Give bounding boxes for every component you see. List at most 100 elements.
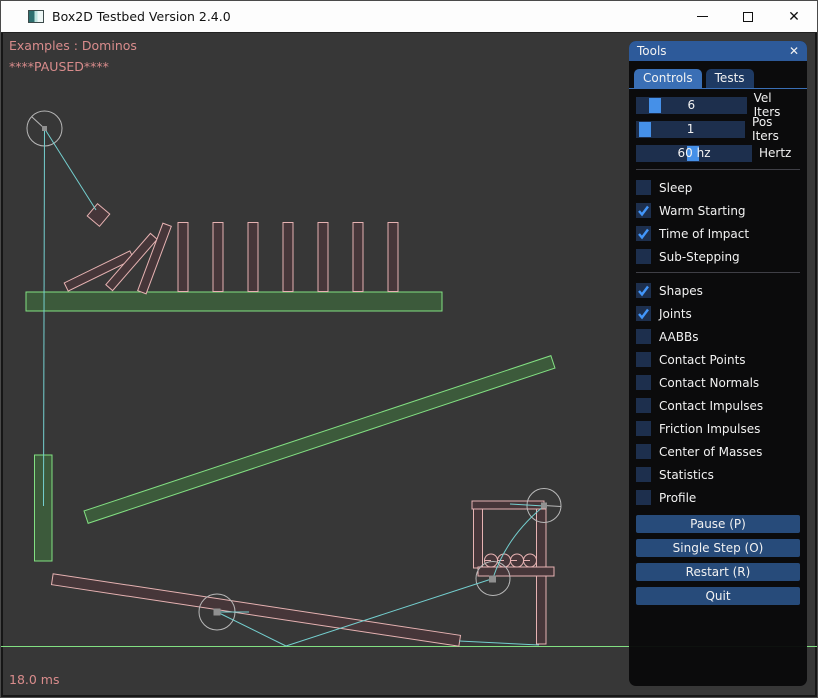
panel-body: 6 Vel Iters 1 Pos Iters 60 hz Hertz	[629, 89, 807, 605]
anchor-square	[489, 576, 496, 583]
checkbox-joints[interactable]: Joints	[636, 302, 800, 325]
close-icon: ✕	[788, 10, 800, 24]
action-buttons: Pause (P) Single Step (O) Restart (R) Qu…	[636, 515, 800, 605]
joint-line	[459, 641, 539, 645]
window-titlebar[interactable]: Box2D Testbed Version 2.4.0 ✕	[1, 1, 817, 33]
dynamic-bodies	[51, 204, 554, 647]
close-button[interactable]: ✕	[771, 1, 817, 32]
checkbox-profile[interactable]: Profile	[636, 486, 800, 509]
checkbox-label: Shapes	[659, 284, 703, 298]
tools-panel: Tools ✕ Controls Tests 6 Vel Iters 1 Pos…	[629, 41, 807, 686]
checkbox-label: Contact Normals	[659, 376, 759, 390]
example-label: Examples : Dominos	[9, 38, 137, 53]
checkbox-contact-impulses[interactable]: Contact Impulses	[636, 394, 800, 417]
frame-shelf	[478, 567, 554, 576]
checkbox-box[interactable]	[636, 490, 651, 505]
anchor-square	[42, 126, 47, 131]
checkbox-warm-starting[interactable]: Warm Starting	[636, 199, 800, 222]
hertz-slider[interactable]: 60 hz	[636, 145, 752, 162]
checkbox-time-of-impact[interactable]: Time of Impact	[636, 222, 800, 245]
checkbox-shapes[interactable]: Shapes	[636, 279, 800, 302]
vel-iters-slider[interactable]: 6	[636, 97, 747, 114]
checkbox-label: Sleep	[659, 181, 692, 195]
frame-left-post	[474, 509, 483, 568]
anchor-square	[214, 609, 221, 616]
checkbox-label: Friction Impulses	[659, 422, 760, 436]
checkbox-contact-normals[interactable]: Contact Normals	[636, 371, 800, 394]
checkbox-box[interactable]	[636, 180, 651, 195]
single-step-button[interactable]: Single Step (O)	[636, 539, 800, 557]
pendulum-box	[87, 204, 110, 227]
checkbox-label: Warm Starting	[659, 204, 746, 218]
check-icon	[637, 204, 650, 217]
check-icon	[637, 307, 650, 320]
panel-close-icon[interactable]: ✕	[789, 44, 799, 58]
checkbox-box[interactable]	[636, 352, 651, 367]
checkbox-statistics[interactable]: Statistics	[636, 463, 800, 486]
checkbox-box[interactable]	[636, 444, 651, 459]
tools-panel-titlebar[interactable]: Tools ✕	[629, 41, 807, 61]
separator	[636, 169, 800, 170]
tab-bar: Controls Tests	[629, 69, 807, 89]
standing-domino	[178, 223, 188, 292]
slider-label: Pos Iters	[752, 115, 800, 143]
seesaw-plank	[51, 574, 460, 646]
slider-hertz: 60 hz Hertz	[636, 141, 800, 165]
checkbox-box[interactable]	[636, 329, 651, 344]
checkbox-label: Time of Impact	[659, 227, 749, 241]
checkbox-label: Contact Impulses	[659, 399, 763, 413]
checkbox-center-of-masses[interactable]: Center of Masses	[636, 440, 800, 463]
standing-domino	[388, 223, 398, 292]
maximize-icon	[743, 12, 753, 22]
tab-controls[interactable]: Controls	[634, 69, 702, 88]
app-icon	[28, 10, 44, 23]
maximize-button[interactable]	[725, 1, 771, 32]
slider-value: 1	[636, 121, 745, 138]
window-title: Box2D Testbed Version 2.4.0	[52, 9, 231, 24]
joint-line	[45, 129, 97, 211]
slider-value: 6	[636, 97, 747, 114]
checkbox-label: Center of Masses	[659, 445, 762, 459]
slider-vel-iters: 6 Vel Iters	[636, 93, 800, 117]
checkbox-box[interactable]	[636, 226, 651, 241]
standing-domino	[283, 223, 293, 292]
paused-label: ****PAUSED****	[9, 59, 109, 74]
checkbox-box[interactable]	[636, 306, 651, 321]
slider-value: 60 hz	[636, 145, 752, 162]
tab-tests[interactable]: Tests	[706, 69, 754, 88]
separator	[636, 272, 800, 273]
minimize-icon	[697, 16, 708, 17]
pause-button[interactable]: Pause (P)	[636, 515, 800, 533]
domino-platform	[26, 292, 442, 311]
checkbox-box[interactable]	[636, 203, 651, 218]
checkbox-contact-points[interactable]: Contact Points	[636, 348, 800, 371]
check-icon	[637, 227, 650, 240]
slider-label: Hertz	[759, 146, 791, 160]
restart-button[interactable]: Restart (R)	[636, 563, 800, 581]
slider-pos-iters: 1 Pos Iters	[636, 117, 800, 141]
joint-line	[44, 129, 45, 507]
pos-iters-slider[interactable]: 1	[636, 121, 745, 138]
tools-panel-title: Tools	[637, 44, 667, 58]
checkbox-sub-stepping[interactable]: Sub-Stepping	[636, 245, 800, 268]
checkbox-friction-impulses[interactable]: Friction Impulses	[636, 417, 800, 440]
checkbox-aabbs[interactable]: AABBs	[636, 325, 800, 348]
checkbox-sleep[interactable]: Sleep	[636, 176, 800, 199]
check-icon	[637, 284, 650, 297]
fallen-domino	[138, 223, 172, 294]
box2d-testbed-window: Examples : Dominos ****PAUSED**** 18.0 m…	[0, 0, 818, 698]
checkbox-label: Joints	[659, 307, 692, 321]
checkbox-box[interactable]	[636, 398, 651, 413]
minimize-button[interactable]	[679, 1, 725, 32]
quit-button[interactable]: Quit	[636, 587, 800, 605]
checkbox-box[interactable]	[636, 421, 651, 436]
standing-domino	[248, 223, 258, 292]
checkbox-box[interactable]	[636, 467, 651, 482]
checkbox-box[interactable]	[636, 375, 651, 390]
window-controls: ✕	[679, 1, 817, 32]
checkbox-box[interactable]	[636, 249, 651, 264]
checkbox-label: Statistics	[659, 468, 714, 482]
checkbox-box[interactable]	[636, 283, 651, 298]
checkbox-label: Sub-Stepping	[659, 250, 740, 264]
anchor-square	[541, 503, 547, 509]
